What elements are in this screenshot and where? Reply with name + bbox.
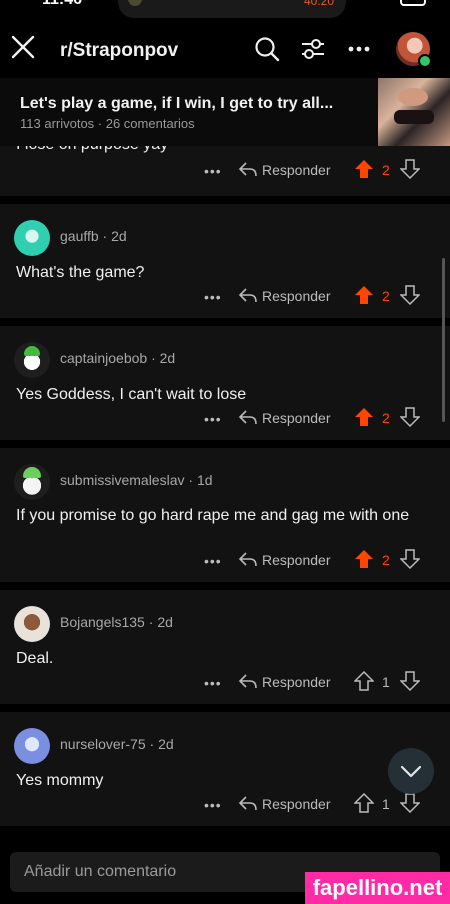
upvote-button[interactable]: [354, 159, 374, 184]
downvote-icon: [399, 285, 421, 306]
subreddit-name[interactable]: r/Straponpov: [60, 40, 178, 62]
island-app-icon: [128, 0, 142, 6]
comment-card: submissivemaleslav · 1d If you promise t…: [0, 448, 450, 582]
comment-more-button[interactable]: •••: [204, 797, 222, 813]
avatar[interactable]: [14, 728, 50, 764]
vote-count: 1: [382, 674, 390, 690]
comment-more-button[interactable]: •••: [204, 675, 222, 691]
upvote-button[interactable]: [354, 407, 374, 432]
reply-icon: [238, 674, 257, 689]
watermark: fapellino.net: [305, 872, 450, 904]
comment-actions: ••• Responder 2: [204, 284, 434, 308]
upvote-icon: [353, 792, 375, 813]
close-button[interactable]: [8, 32, 38, 62]
user-avatar[interactable]: [396, 32, 432, 68]
search-button[interactable]: [254, 36, 280, 62]
close-icon: [11, 35, 35, 59]
avatar[interactable]: [14, 464, 50, 500]
post-meta: 113 arrivotos · 26 comentarios: [20, 116, 195, 131]
more-horizontal-icon: [348, 46, 370, 52]
reply-icon: [238, 796, 257, 811]
downvote-button[interactable]: [399, 159, 421, 184]
avatar[interactable]: [14, 606, 50, 642]
chevron-down-icon: [400, 765, 422, 778]
top-app-bar: r/Straponpov: [0, 18, 450, 78]
status-bar: 11:46 40:20: [0, 0, 450, 18]
post-header[interactable]: Let's play a game, if I win, I get to tr…: [0, 78, 450, 148]
upvote-icon: [355, 286, 373, 304]
comment-actions: ••• Responder 2: [204, 406, 434, 430]
comment-card: captainjoebob · 2d Yes Goddess, I can't …: [0, 326, 450, 440]
reply-icon: [238, 162, 257, 177]
dynamic-island: 40:20: [118, 0, 346, 18]
avatar[interactable]: [14, 342, 50, 378]
downvote-icon: [399, 671, 421, 692]
comment-card: nurselover-75 · 2d Yes mommy ••• Respond…: [0, 712, 450, 826]
downvote-button[interactable]: [399, 549, 421, 574]
downvote-button[interactable]: [399, 285, 421, 310]
reply-icon: [238, 410, 257, 425]
more-options-button[interactable]: [346, 36, 372, 62]
comment-actions: ••• Responder 1: [204, 670, 434, 694]
comment-text: Yes Goddess, I can't wait to lose: [16, 386, 247, 403]
battery-icon: [400, 0, 426, 6]
downvote-icon: [399, 549, 421, 570]
comment-card: Bojangels135 · 2d Deal. ••• Responder 1: [0, 590, 450, 704]
online-indicator: [418, 54, 432, 68]
upvote-icon: [353, 670, 375, 691]
comment-more-button[interactable]: •••: [204, 411, 222, 427]
downvote-button[interactable]: [399, 407, 421, 432]
downvote-icon: [399, 407, 421, 428]
vote-count: 2: [382, 552, 390, 568]
scrollbar[interactable]: [442, 258, 445, 422]
comment-actions: ••• Responder 1: [204, 792, 434, 816]
comment-text: What's the game?: [16, 264, 145, 281]
comment-card: gauffb · 2d What's the game? ••• Respond…: [0, 204, 450, 318]
comment-more-button[interactable]: •••: [204, 289, 222, 305]
upvote-icon: [355, 408, 373, 426]
comment-text: Deal.: [16, 650, 54, 667]
comment-actions: ••• Responder 2: [204, 158, 434, 182]
post-thumbnail[interactable]: [378, 78, 450, 148]
upvote-button[interactable]: [353, 670, 375, 696]
vote-count: 2: [382, 288, 390, 304]
comment-actions: ••• Responder 2: [204, 548, 434, 572]
upvote-button[interactable]: [353, 792, 375, 818]
upvote-icon: [355, 550, 373, 568]
upvote-icon: [355, 160, 373, 178]
status-icons: [356, 0, 426, 8]
comment-author[interactable]: captainjoebob · 2d: [60, 350, 175, 366]
comment-card: I lose on purpose yay ••• Responder 2: [0, 146, 450, 196]
comment-more-button[interactable]: •••: [204, 163, 222, 179]
downvote-button[interactable]: [399, 793, 421, 818]
comment-author[interactable]: submissivemaleslav · 1d: [60, 472, 213, 488]
comment-text: I lose on purpose yay: [16, 146, 426, 155]
comment-list[interactable]: I lose on purpose yay ••• Responder 2 ga…: [0, 146, 450, 830]
comment-text: If you promise to go hard rape me and ga…: [16, 507, 410, 524]
vote-count: 2: [382, 410, 390, 426]
scroll-to-next-button[interactable]: [388, 748, 434, 794]
sliders-icon: [302, 39, 324, 59]
post-title[interactable]: Let's play a game, if I win, I get to tr…: [20, 95, 333, 113]
reply-icon: [238, 288, 257, 303]
vote-count: 1: [382, 796, 390, 812]
vote-count: 2: [382, 162, 390, 178]
downvote-button[interactable]: [399, 671, 421, 696]
comment-author[interactable]: gauffb · 2d: [60, 228, 127, 244]
upvote-button[interactable]: [354, 549, 374, 574]
avatar[interactable]: [14, 220, 50, 256]
downvote-icon: [399, 159, 421, 180]
comment-author[interactable]: Bojangels135 · 2d: [60, 614, 173, 630]
search-icon: [255, 37, 280, 62]
comment-more-button[interactable]: •••: [204, 553, 222, 569]
reply-icon: [238, 552, 257, 567]
comment-text: Yes mommy: [16, 772, 104, 789]
filter-button[interactable]: [300, 36, 326, 62]
island-timer: 40:20: [303, 0, 334, 8]
status-time: 11:46: [42, 0, 82, 9]
downvote-icon: [399, 793, 421, 814]
upvote-button[interactable]: [354, 285, 374, 310]
comment-author[interactable]: nurselover-75 · 2d: [60, 736, 174, 752]
